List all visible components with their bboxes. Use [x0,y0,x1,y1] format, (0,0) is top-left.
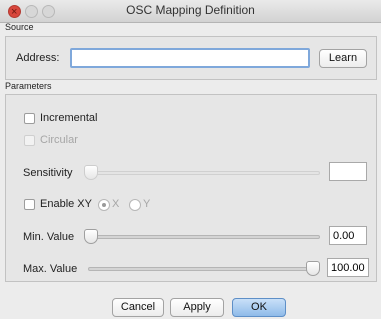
close-window-icon[interactable] [8,2,21,23]
axis-x-label: X [112,198,120,210]
sensitivity-input[interactable] [329,162,367,181]
zoom-window-icon[interactable] [42,5,55,18]
min-value-slider-track[interactable] [88,235,320,239]
address-label: Address: [16,52,60,64]
minimize-window-icon[interactable] [25,5,38,18]
osc-mapping-window: OSC Mapping Definition Source Address: L… [0,0,381,319]
axis-x-radio[interactable] [98,199,110,211]
axis-y-label: Y [143,198,151,210]
axis-y-radio[interactable] [129,199,141,211]
parameters-section: Incremental Circular Sensitivity Enable … [5,94,377,282]
source-section-label: Source [5,22,34,32]
source-section: Address: Learn [5,36,377,80]
sensitivity-slider-track[interactable] [88,171,320,175]
address-input[interactable] [70,48,310,68]
cancel-button[interactable]: Cancel [112,298,164,317]
learn-button[interactable]: Learn [319,49,367,68]
title-bar: OSC Mapping Definition [0,0,381,23]
circular-label: Circular [40,134,78,146]
incremental-checkbox[interactable] [24,113,35,124]
max-value-slider-track[interactable] [88,267,320,271]
sensitivity-label: Sensitivity [23,167,73,179]
apply-button[interactable]: Apply [170,298,224,317]
enable-xy-checkbox[interactable] [24,199,35,210]
parameters-section-label: Parameters [5,81,52,91]
window-title: OSC Mapping Definition [126,3,255,17]
circular-checkbox[interactable] [24,135,35,146]
incremental-label: Incremental [40,112,98,124]
min-value-slider-thumb[interactable] [84,229,98,244]
min-value-label: Min. Value [23,231,75,243]
max-value-slider-thumb[interactable] [306,261,320,276]
max-value-input[interactable] [327,258,369,277]
min-value-input[interactable] [329,226,367,245]
enable-xy-label: Enable XY [40,198,92,210]
max-value-label: Max. Value [23,263,78,275]
ok-button[interactable]: OK [232,298,286,317]
sensitivity-slider-thumb[interactable] [84,165,98,180]
